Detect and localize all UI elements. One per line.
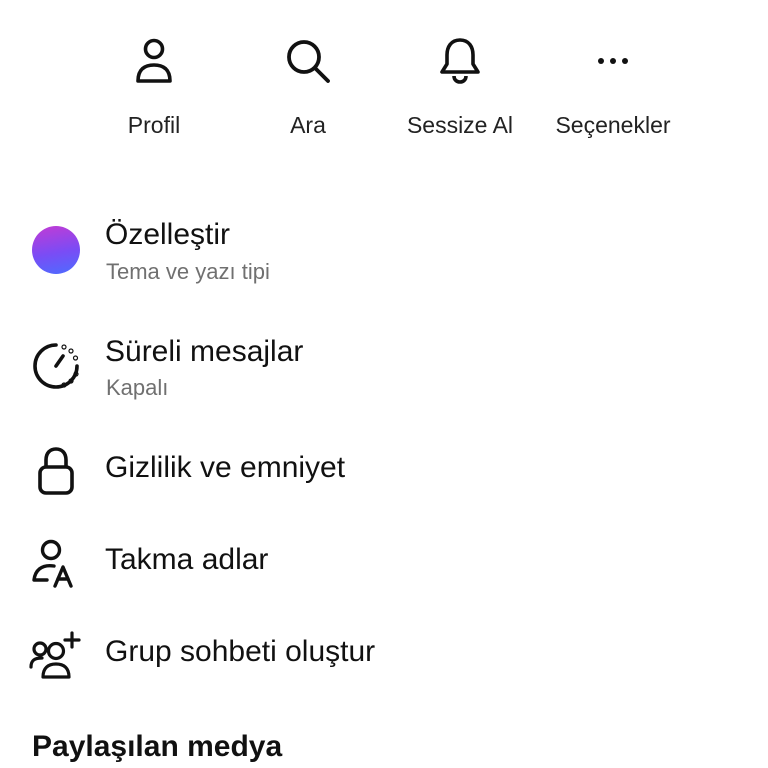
person-icon: [89, 32, 219, 90]
search-icon: [243, 32, 373, 90]
create-group-row[interactable]: Grup sohbeti oluştur: [0, 624, 768, 686]
mute-label: Sessize Al: [406, 112, 514, 138]
disappearing-messages-row[interactable]: Süreli mesajlar Kapalı: [0, 330, 768, 410]
create-group-title: Grup sohbeti oluştur: [105, 635, 376, 668]
profile-button[interactable]: Profil: [89, 32, 219, 139]
mute-button[interactable]: Sessize Al: [395, 32, 525, 139]
more-dots-icon: [548, 32, 678, 90]
disappearing-title: Süreli mesajlar: [105, 335, 304, 368]
privacy-title: Gizlilik ve emniyet: [105, 451, 346, 484]
options-label: Seçenekler: [555, 112, 671, 138]
privacy-row[interactable]: Gizlilik ve emniyet: [0, 440, 768, 500]
customize-row[interactable]: Özelleştir Tema ve yazı tipi: [0, 210, 768, 290]
nicknames-title: Takma adlar: [105, 543, 269, 576]
search-label: Ara: [290, 112, 326, 138]
add-group-icon: [28, 627, 84, 683]
lock-icon: [28, 443, 84, 499]
customize-title: Özelleştir: [105, 218, 231, 251]
options-button[interactable]: Seçenekler: [548, 32, 678, 139]
disappearing-subtitle: Kapalı: [106, 375, 169, 400]
nickname-icon: [28, 535, 84, 591]
nicknames-row[interactable]: Takma adlar: [0, 532, 768, 594]
customize-subtitle: Tema ve yazı tipi: [106, 259, 270, 284]
profile-label: Profil: [127, 112, 181, 138]
bell-icon: [395, 32, 525, 90]
theme-swatch-icon: [28, 222, 84, 278]
timer-icon: [28, 338, 84, 394]
search-button[interactable]: Ara: [243, 32, 373, 139]
shared-media-heading: Paylaşılan medya: [32, 730, 283, 763]
quick-actions-bar: Profil Ara Sessize Al Seçenekler: [0, 0, 768, 180]
